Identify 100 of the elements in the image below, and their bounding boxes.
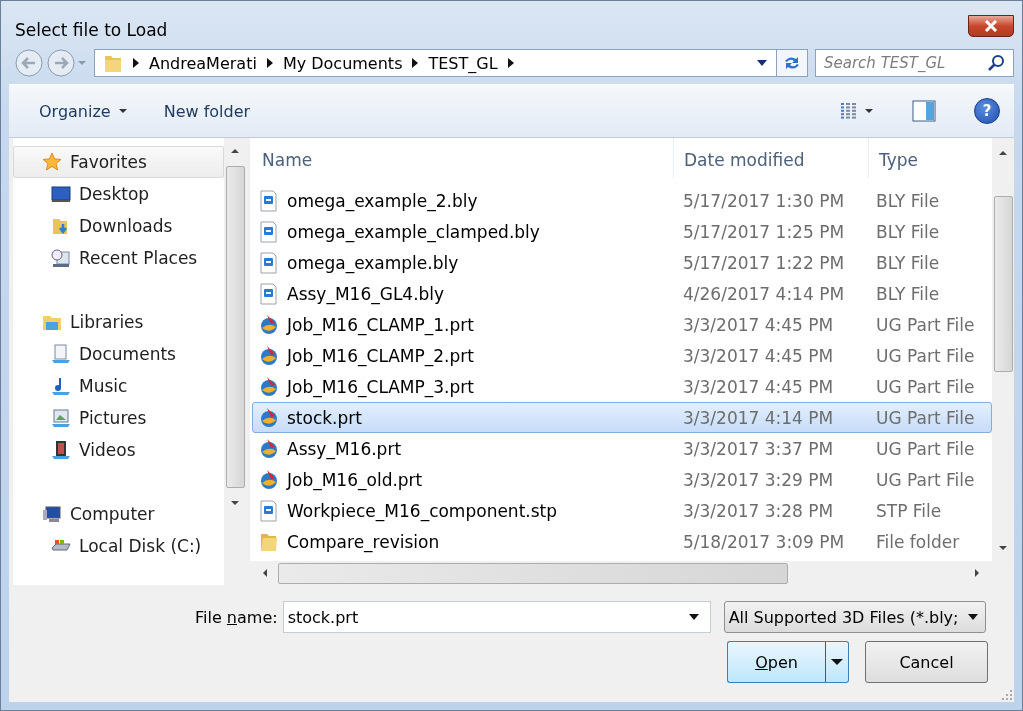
sidebar-item[interactable]: Downloads	[13, 210, 224, 242]
organize-button[interactable]: Organize	[27, 97, 140, 125]
file-name: Compare_revision	[287, 531, 440, 552]
sidebar-item[interactable]: Desktop	[13, 178, 224, 210]
file-name: Job_M16_CLAMP_1.prt	[287, 314, 474, 335]
file-row[interactable]: Job_M16_CLAMP_2.prt 3/3/2017 4:45 PM UG Part File	[252, 340, 992, 371]
date-cell: 5/17/2017 1:25 PM	[683, 221, 845, 242]
file-name-field[interactable]: stock.prt	[282, 601, 711, 633]
type-cell: BLY File	[876, 283, 940, 304]
type-cell: UG Part File	[876, 438, 975, 459]
date-cell: 3/3/2017 4:14 PM	[683, 407, 834, 428]
close-button[interactable]	[968, 15, 1014, 37]
file-row[interactable]: stock.prt 3/3/2017 4:14 PM UG Part File	[252, 402, 992, 433]
file-row[interactable]: Compare_revision 5/18/2017 3:09 PM File folder	[252, 526, 992, 557]
date-cell: 3/3/2017 4:45 PM	[683, 314, 834, 335]
sidebar-item[interactable]: Local Disk (C:)	[13, 530, 224, 562]
type-cell: UG Part File	[876, 407, 975, 428]
sidebar-item[interactable]: Favorites	[13, 146, 224, 178]
scroll-thumb[interactable]	[225, 166, 245, 488]
scroll-thumb[interactable]	[278, 562, 788, 584]
file-row[interactable]: omega_example.bly 5/17/2017 1:22 PM BLY File	[252, 247, 992, 278]
file-row[interactable]: Workpiece_M16_component.stp 3/3/2017 3:28 PM STP File	[252, 495, 992, 526]
date-cell: 3/3/2017 4:45 PM	[683, 345, 834, 366]
scrollbar[interactable]	[992, 138, 1014, 561]
refresh-icon	[782, 54, 802, 72]
sidebar-item[interactable]: Documents	[13, 338, 224, 370]
date-cell: 5/17/2017 1:22 PM	[683, 252, 845, 273]
column-header[interactable]: Name	[250, 138, 674, 178]
type-cell: File folder	[876, 531, 960, 552]
document-icon	[51, 344, 71, 364]
part-file-icon	[259, 313, 279, 336]
part-file-icon	[259, 437, 279, 460]
sidebar-item[interactable]: Pictures	[13, 402, 224, 434]
caret-icon	[865, 108, 874, 114]
type-cell: UG Part File	[876, 314, 975, 335]
music-note-icon	[51, 376, 71, 396]
file-name: omega_example.bly	[287, 252, 459, 273]
date-cell: 4/26/2017 4:14 PM	[683, 283, 845, 304]
sidebar-item[interactable]: Libraries	[13, 306, 224, 338]
file-row[interactable]: omega_example_clamped.bly 5/17/2017 1:25 PM BLY File	[252, 216, 992, 247]
open-button[interactable]: Open	[727, 641, 825, 683]
type-cell: UG Part File	[876, 345, 975, 366]
file-row[interactable]: Assy_M16_GL4.bly 4/26/2017 4:14 PM BLY File	[252, 278, 992, 309]
cancel-button[interactable]: Cancel	[865, 641, 988, 683]
file-name: Job_M16_old.prt	[287, 469, 423, 490]
scrollbar[interactable]	[224, 138, 246, 585]
sidebar-item[interactable]: Videos	[13, 434, 224, 466]
refresh-button[interactable]	[776, 49, 808, 77]
search-icon	[987, 54, 1005, 72]
scroll-up-icon	[229, 146, 241, 156]
date-cell: 3/3/2017 3:37 PM	[683, 438, 834, 459]
scroll-down-icon	[229, 498, 241, 508]
computer-icon	[42, 504, 62, 524]
breadcrumb-item[interactable]: TEST_GL	[428, 53, 498, 73]
address-bar[interactable]: AndreaMerati My Documents TEST_GL	[94, 49, 777, 77]
file-row[interactable]: omega_example_2.bly 5/17/2017 1:30 PM BLY File	[252, 185, 992, 216]
dropdown-arrow-icon[interactable]	[756, 58, 768, 68]
breadcrumb-item[interactable]: AndreaMerati	[149, 53, 257, 73]
file-type-dropdown[interactable]: All Supported 3D Files (*.bly;	[723, 601, 986, 633]
forward-icon[interactable]	[45, 48, 77, 78]
breadcrumb-item[interactable]: My Documents	[282, 53, 403, 73]
back-icon[interactable]	[13, 48, 45, 78]
scroll-thumb[interactable]	[993, 196, 1013, 372]
date-cell: 5/18/2017 3:09 PM	[683, 531, 845, 552]
document-icon	[259, 220, 279, 243]
open-menu-button[interactable]	[825, 641, 849, 683]
resize-grip-icon	[1002, 690, 1012, 700]
document-icon	[259, 189, 279, 212]
help-button[interactable]: ?	[974, 98, 1000, 124]
file-name: Assy_M16.prt	[287, 438, 402, 459]
file-name: Job_M16_CLAMP_3.prt	[287, 376, 474, 397]
search-field[interactable]: Search TEST_GL	[815, 49, 1014, 77]
file-row[interactable]: Job_M16_old.prt 3/3/2017 3:29 PM UG Part File	[252, 464, 992, 495]
part-file-icon	[259, 375, 279, 398]
sidebar-item[interactable]: Recent Places	[13, 242, 224, 274]
file-name: omega_example_clamped.bly	[287, 221, 540, 242]
column-header[interactable]: Type	[869, 138, 992, 178]
view-list-icon	[840, 102, 857, 120]
column-header[interactable]: Date modified	[674, 138, 869, 178]
new-folder-button[interactable]: New folder	[151, 97, 263, 125]
scroll-right-icon	[972, 567, 982, 579]
file-name: Job_M16_CLAMP_2.prt	[287, 345, 474, 366]
type-cell: BLY File	[876, 190, 940, 211]
dropdown-arrow-icon	[830, 658, 844, 666]
chevron-icon	[505, 55, 516, 71]
part-file-icon	[259, 344, 279, 367]
file-row[interactable]: Job_M16_CLAMP_1.prt 3/3/2017 4:45 PM UG Part File	[252, 309, 992, 340]
part-file-icon	[259, 468, 279, 491]
type-cell: BLY File	[876, 221, 940, 242]
file-row[interactable]: Job_M16_CLAMP_3.prt 3/3/2017 4:45 PM UG Part File	[252, 371, 992, 402]
type-cell: UG Part File	[876, 469, 975, 490]
star-icon	[42, 152, 62, 172]
dropdown-arrow-icon	[966, 613, 979, 621]
window-title: Select file to Load	[15, 20, 168, 40]
file-name: Workpiece_M16_component.stp	[287, 500, 558, 521]
scroll-up-icon	[997, 148, 1009, 158]
sidebar-item[interactable]: Music	[13, 370, 224, 402]
file-row[interactable]: Assy_M16.prt 3/3/2017 3:37 PM UG Part File	[252, 433, 992, 464]
sidebar-item[interactable]: Computer	[13, 498, 224, 530]
type-cell: UG Part File	[876, 376, 975, 397]
